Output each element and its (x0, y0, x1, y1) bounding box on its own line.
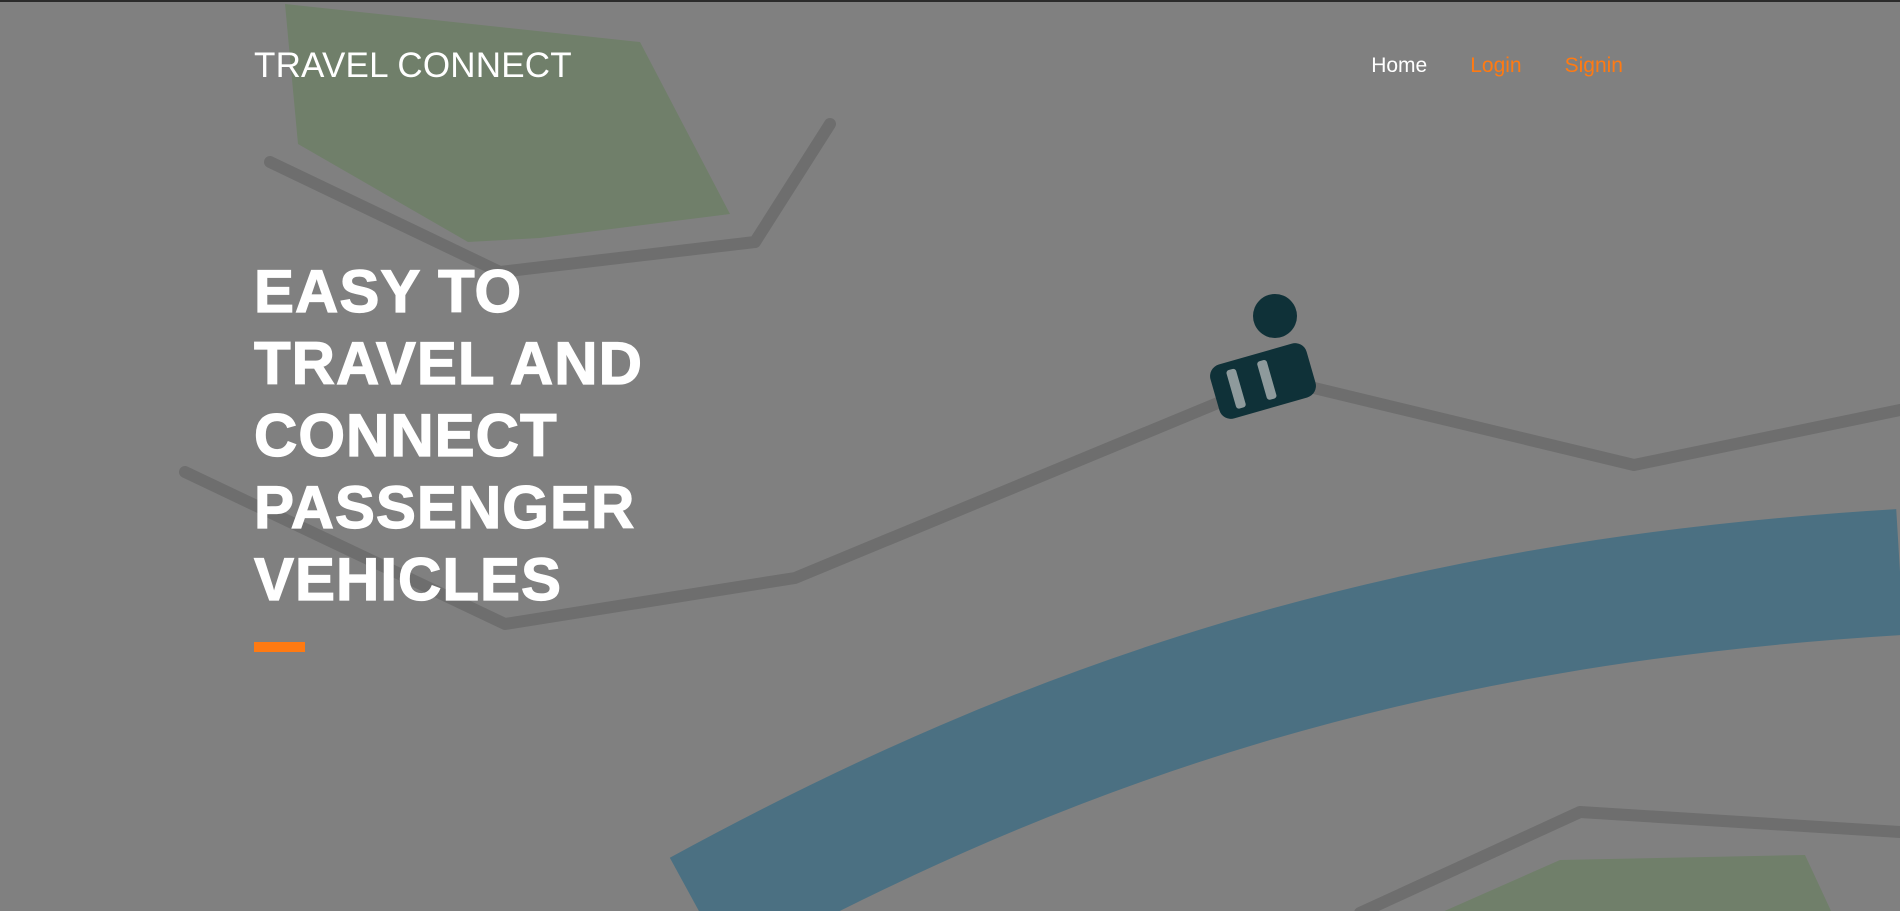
accent-divider (254, 642, 305, 652)
hero-headline: EASY TO TRAVEL AND CONNECT PASSENGER VEH… (253, 256, 774, 616)
nav-login-link[interactable]: Login (1470, 54, 1521, 78)
hero-line-2: TRAVEL AND (253, 329, 643, 397)
hero-line-4: PASSENGER (253, 473, 636, 541)
nav-home-link[interactable]: Home (1371, 54, 1427, 78)
brand-logo-text[interactable]: TRAVEL CONNECT (254, 46, 572, 86)
main-nav: Home Login Signin (1371, 54, 1623, 78)
nav-signin-link[interactable]: Signin (1565, 54, 1623, 78)
park-area-bottom (1444, 855, 1832, 911)
hero-line-5: VEHICLES (253, 545, 563, 613)
car-location-icon (1210, 294, 1316, 419)
hero-line-3: CONNECT (253, 401, 558, 469)
hero-line-1: EASY TO (253, 257, 523, 325)
hero-page: TRAVEL CONNECT Home Login Signin EASY TO… (0, 0, 1900, 911)
